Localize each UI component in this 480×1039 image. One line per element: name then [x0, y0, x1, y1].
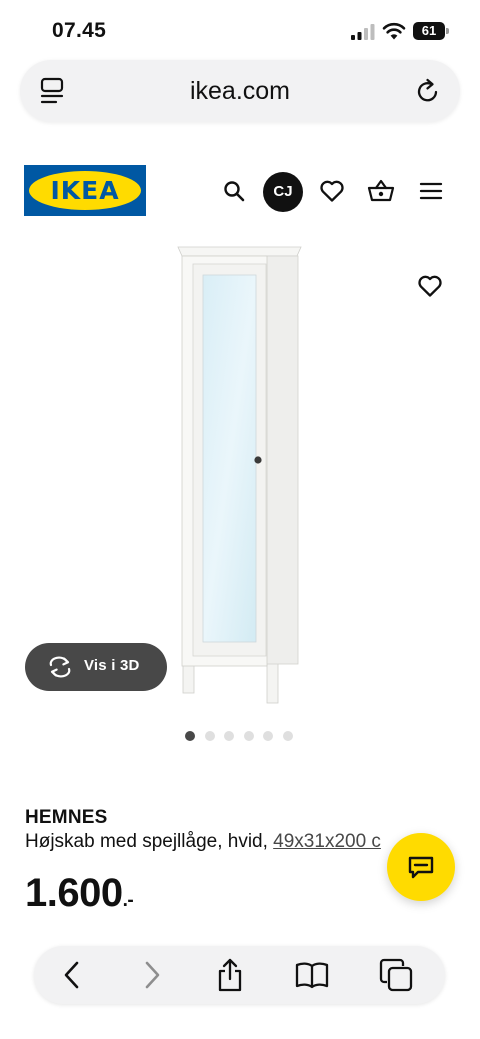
- forward-button[interactable]: [134, 957, 170, 993]
- cellular-signal-icon: [351, 24, 375, 40]
- gallery-dot-4[interactable]: [243, 731, 254, 741]
- tabs-icon: [379, 958, 413, 992]
- gallery-dot-2[interactable]: [204, 731, 215, 741]
- gallery-pagination: [185, 731, 293, 741]
- status-bar: 07.45 61: [0, 0, 480, 58]
- view-in-3d-label: Vis i 3D: [84, 657, 140, 674]
- tabs-button[interactable]: [378, 957, 414, 993]
- menu-button[interactable]: [413, 173, 449, 209]
- share-icon: [218, 958, 242, 992]
- chat-button[interactable]: [387, 833, 455, 901]
- rotate-3d-icon: [49, 656, 71, 678]
- logo-oval: IKEA: [29, 171, 141, 210]
- wifi-icon: [382, 22, 406, 40]
- search-button[interactable]: [216, 173, 252, 209]
- product-name: HEMNES: [25, 807, 108, 828]
- chat-icon: [408, 856, 434, 879]
- battery-tip: [446, 28, 449, 34]
- gallery-dot-1[interactable]: [185, 731, 195, 741]
- gallery-dot-5[interactable]: [263, 731, 273, 741]
- back-icon: [64, 961, 79, 989]
- gallery-dot-6[interactable]: [282, 731, 293, 741]
- view-in-3d-button[interactable]: Vis i 3D: [25, 643, 167, 691]
- bookmarks-icon: [295, 962, 329, 989]
- price-value: 1.600: [25, 871, 123, 915]
- avatar[interactable]: CJ: [263, 172, 303, 212]
- reload-icon[interactable]: [414, 77, 442, 105]
- browser-toolbar: [34, 946, 445, 1004]
- back-button[interactable]: [54, 957, 90, 993]
- menu-icon: [419, 182, 443, 200]
- gallery-dot-3[interactable]: [224, 731, 234, 741]
- favourites-button[interactable]: [314, 173, 350, 209]
- product-size-link[interactable]: 49x31x200 c: [273, 831, 381, 852]
- basket-button[interactable]: [363, 173, 399, 209]
- product-description-text: Højskab med spejllåge, hvid,: [25, 831, 274, 852]
- bookmarks-button[interactable]: [294, 957, 330, 993]
- search-icon: [224, 181, 245, 202]
- product-price: 1.600.-: [25, 871, 134, 916]
- url-text[interactable]: ikea.com: [20, 77, 460, 106]
- share-button[interactable]: [212, 957, 248, 993]
- battery-indicator: 61: [413, 22, 449, 40]
- heart-icon: [418, 275, 442, 297]
- product-description: Højskab med spejllåge, hvid, 49x31x200 c: [25, 831, 381, 853]
- basket-icon: [367, 179, 395, 202]
- address-bar[interactable]: ikea.com: [20, 60, 460, 122]
- battery-level: 61: [413, 22, 445, 40]
- product-favourite-button[interactable]: [412, 268, 448, 304]
- forward-icon: [145, 961, 160, 989]
- status-time: 07.45: [52, 19, 107, 42]
- price-suffix: .-: [122, 890, 134, 911]
- heart-icon: [320, 180, 344, 202]
- logo-text: IKEA: [50, 176, 120, 205]
- ikea-logo[interactable]: IKEA: [24, 165, 146, 216]
